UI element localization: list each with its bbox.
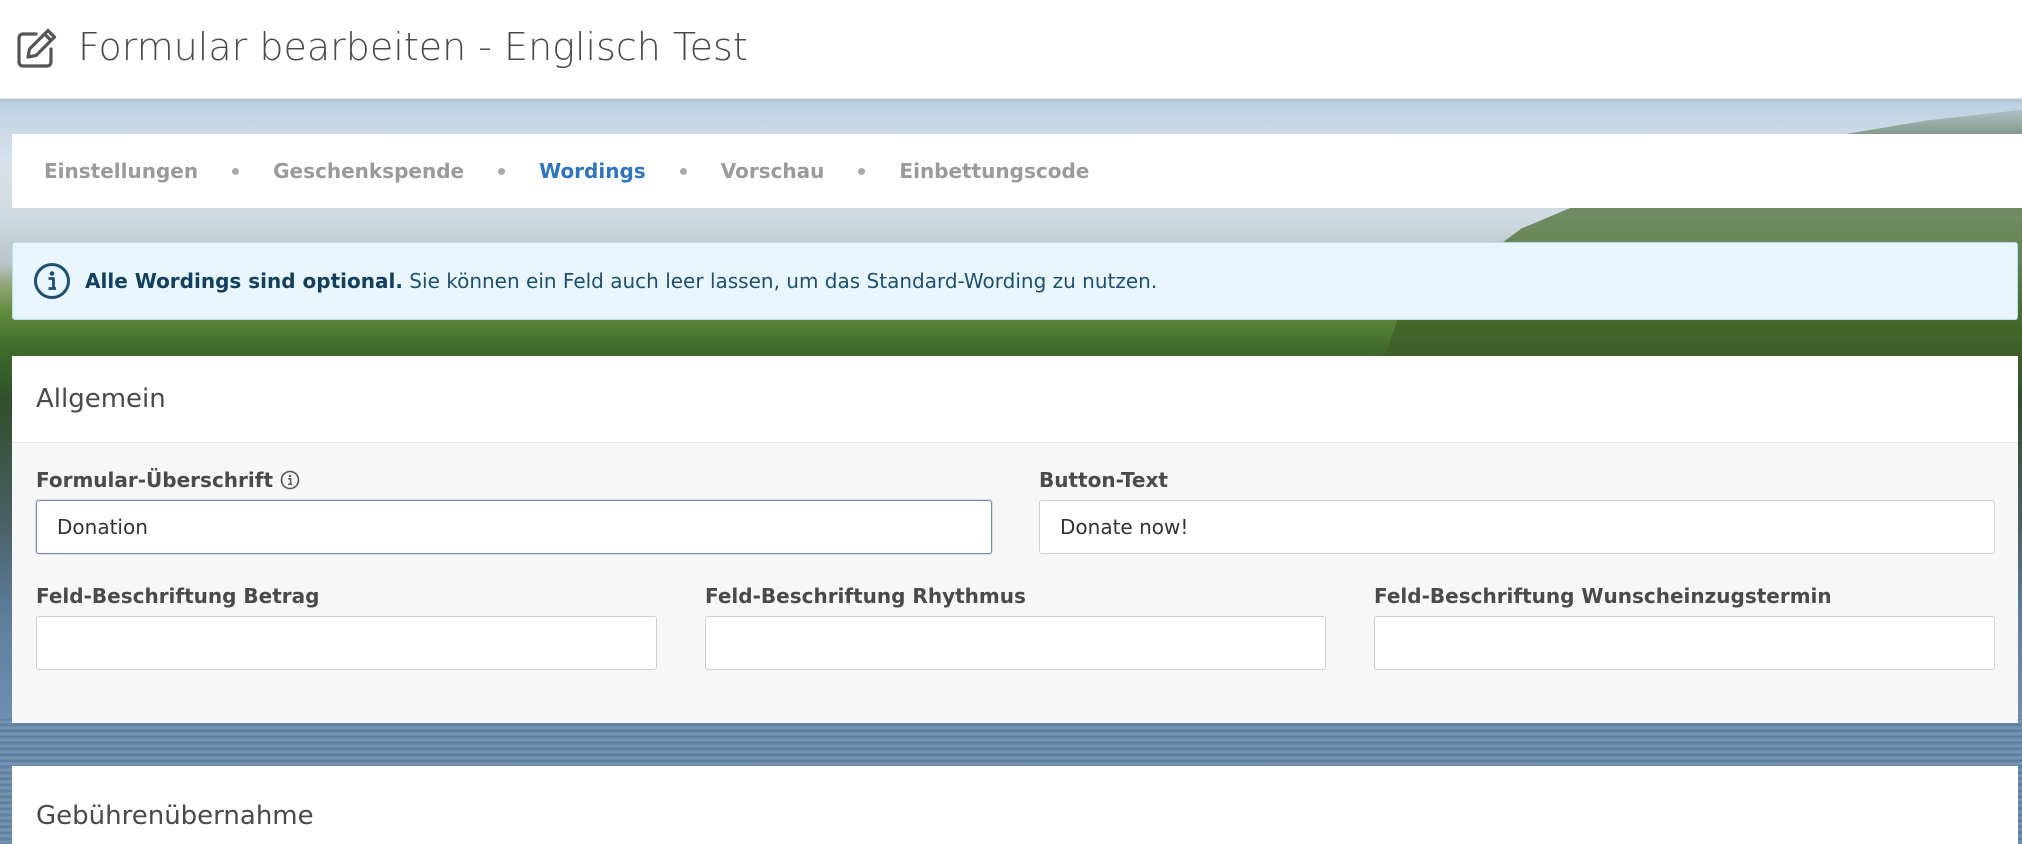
step-vorschau[interactable]: Vorschau — [721, 159, 825, 183]
step-einstellungen[interactable]: Einstellungen — [44, 159, 198, 183]
step-geschenkspende[interactable]: Geschenkspende — [273, 159, 464, 183]
collection-date-label-input[interactable] — [1374, 616, 1995, 670]
button-text-input[interactable] — [1039, 500, 1995, 554]
alert-bold-text: Alle Wordings sind optional. — [85, 269, 403, 293]
rhythm-label-field: Feld-Beschriftung Rhythmus — [705, 582, 1326, 672]
form-heading-field: Formular-Überschrift — [36, 466, 992, 556]
info-icon[interactable] — [280, 470, 300, 490]
alert-text: Sie können ein Feld auch leer lassen, um… — [402, 269, 1158, 293]
step-separator — [498, 167, 506, 175]
page-header: Formular bearbeiten - Englisch Test — [0, 0, 2022, 99]
form-heading-input[interactable] — [36, 500, 992, 554]
edit-icon — [17, 28, 57, 68]
page-title: Formular bearbeiten - Englisch Test — [78, 25, 748, 69]
general-card-header: Allgemein — [12, 356, 2018, 443]
general-card: Allgemein Formular-Überschrift Button-Te… — [12, 356, 2018, 723]
step-navigation: Einstellungen Geschenkspende Wordings Vo… — [12, 134, 2022, 208]
form-heading-label-text: Formular-Überschrift — [36, 468, 274, 492]
general-card-title: Allgemein — [36, 384, 166, 414]
rhythm-label-input[interactable] — [705, 616, 1326, 670]
rhythm-label-label: Feld-Beschriftung Rhythmus — [705, 584, 1026, 608]
alert-message: Alle Wordings sind optional. Sie können … — [85, 269, 1157, 293]
collection-date-label-label: Feld-Beschriftung Wunscheinzugstermin — [1374, 584, 1832, 608]
step-separator — [679, 167, 687, 175]
button-text-field: Button-Text — [1039, 466, 1995, 556]
form-heading-label: Formular-Überschrift — [36, 466, 992, 494]
amount-label-input[interactable] — [36, 616, 657, 670]
button-text-label: Button-Text — [1039, 468, 1168, 492]
step-separator — [858, 167, 866, 175]
info-alert: Alle Wordings sind optional. Sie können … — [12, 242, 2018, 320]
step-separator — [232, 167, 240, 175]
collection-date-label-field: Feld-Beschriftung Wunscheinzugstermin — [1374, 582, 1995, 672]
fees-card-header: Gebührenübernahme — [12, 766, 2018, 844]
fees-card: Gebührenübernahme — [12, 766, 2018, 844]
info-circle-icon — [34, 263, 70, 299]
step-einbettungscode[interactable]: Einbettungscode — [899, 159, 1089, 183]
amount-label-label: Feld-Beschriftung Betrag — [36, 584, 320, 608]
step-wordings[interactable]: Wordings — [539, 159, 646, 183]
fees-card-title: Gebührenübernahme — [36, 801, 314, 831]
amount-label-field: Feld-Beschriftung Betrag — [36, 582, 657, 672]
